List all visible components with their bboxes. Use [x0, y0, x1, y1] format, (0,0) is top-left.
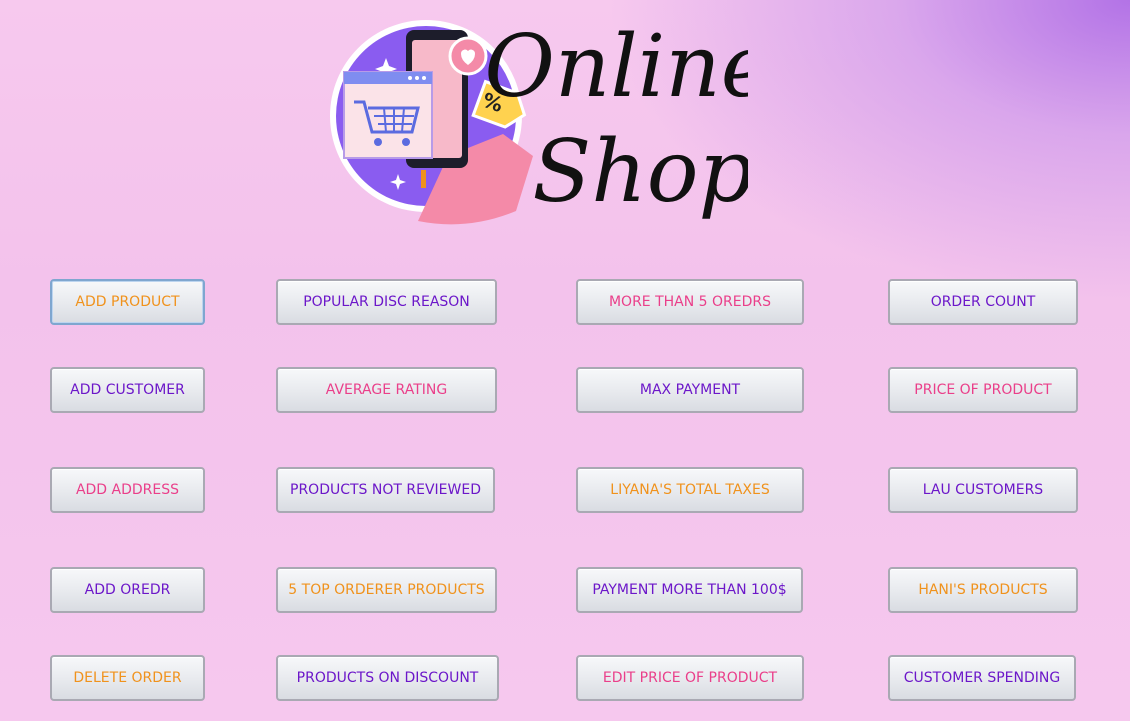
products-on-discount-button[interactable]: PRODUCTS ON DISCOUNT [276, 655, 499, 701]
payment-more-than-100-button[interactable]: PAYMENT MORE THAN 100$ [576, 567, 803, 613]
delete-order-button[interactable]: DELETE ORDER [50, 655, 205, 701]
popular-disc-reason-button[interactable]: POPULAR DISC REASON [276, 279, 497, 325]
more-than-5-orders-button[interactable]: MORE THAN 5 OREDRS [576, 279, 804, 325]
hani-products-button[interactable]: HANI'S PRODUCTS [888, 567, 1078, 613]
order-count-button[interactable]: ORDER COUNT [888, 279, 1078, 325]
liyana-total-taxes-button[interactable]: LIYANA'S TOTAL TAXES [576, 467, 804, 513]
add-customer-button[interactable]: ADD CUSTOMER [50, 367, 205, 413]
add-product-button[interactable]: ADD PRODUCT [50, 279, 205, 325]
logo-title-shop: Shop [532, 122, 748, 222]
add-address-button[interactable]: ADD ADDRESS [50, 467, 205, 513]
logo-title-online: Online [484, 17, 748, 117]
add-order-button[interactable]: ADD OREDR [50, 567, 205, 613]
max-payment-button[interactable]: MAX PAYMENT [576, 367, 804, 413]
average-rating-button[interactable]: AVERAGE RATING [276, 367, 497, 413]
lau-customers-button[interactable]: LAU CUSTOMERS [888, 467, 1078, 513]
edit-price-of-product-button[interactable]: EDIT PRICE OF PRODUCT [576, 655, 804, 701]
online-shop-logo: % Online Shop [330, 17, 748, 225]
top-5-orderer-products-button[interactable]: 5 TOP ORDERER PRODUCTS [276, 567, 497, 613]
customer-spending-button[interactable]: CUSTOMER SPENDING [888, 655, 1076, 701]
products-not-reviewed-button[interactable]: PRODUCTS NOT REVIEWED [276, 467, 495, 513]
price-of-product-button[interactable]: PRICE OF PRODUCT [888, 367, 1078, 413]
